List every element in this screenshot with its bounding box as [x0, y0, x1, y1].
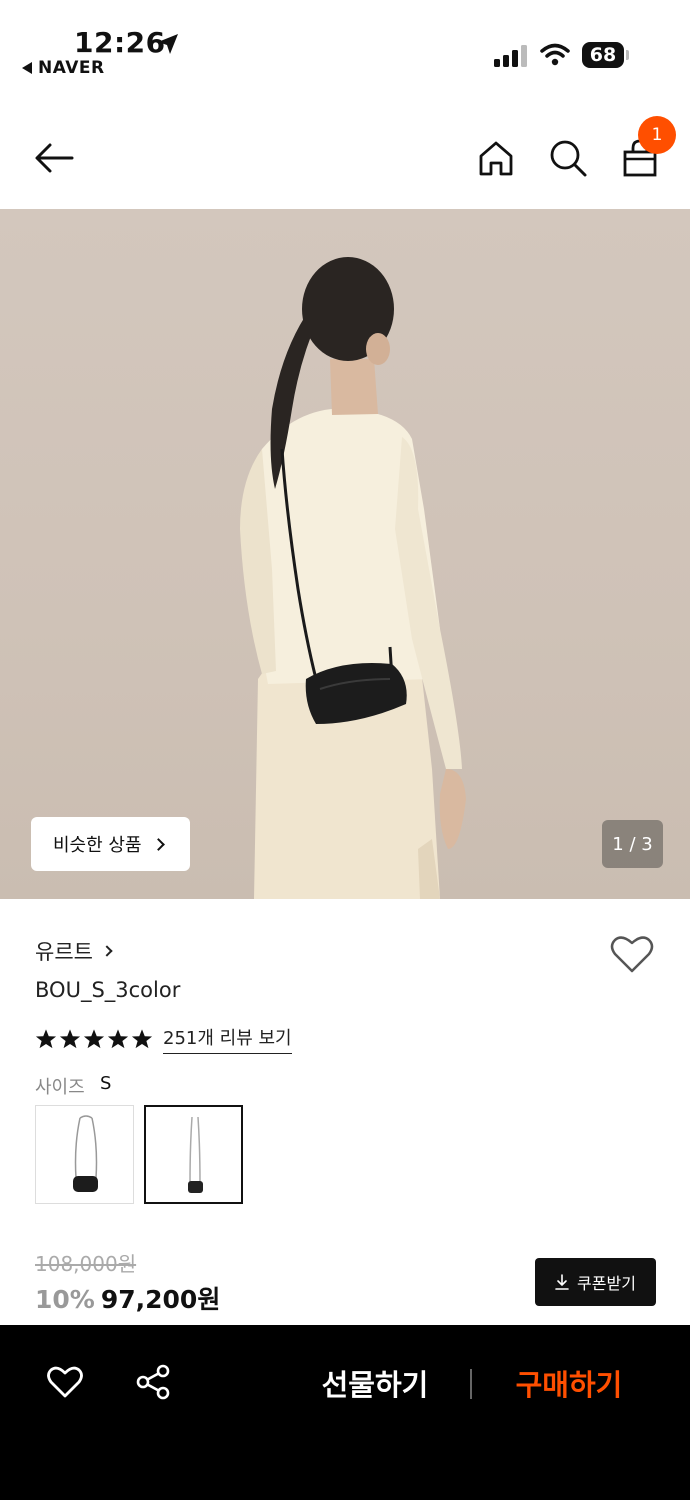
option-label: 사이즈	[35, 1077, 85, 1098]
buy-button[interactable]: 구매하기	[494, 1361, 644, 1405]
option-swatch-2[interactable]	[144, 1105, 243, 1204]
product-name: BOU_S_3color	[35, 978, 181, 1002]
original-price: 108,000원	[35, 1252, 137, 1276]
top-nav	[0, 108, 690, 208]
like-heart-icon[interactable]	[46, 1365, 84, 1399]
coupon-label: 쿠폰받기	[577, 1274, 636, 1293]
divider	[470, 1369, 472, 1399]
back-arrow-icon[interactable]	[32, 138, 76, 178]
option-value: S	[100, 1073, 112, 1094]
back-triangle-icon	[22, 62, 32, 74]
search-icon[interactable]	[548, 138, 588, 178]
discount-rate: 10%	[35, 1285, 95, 1314]
star-icon	[131, 1029, 153, 1049]
wishlist-heart-icon[interactable]	[610, 934, 654, 974]
chevron-right-icon	[151, 837, 165, 851]
cart-count-badge: 1	[638, 116, 676, 154]
product-photo	[240, 257, 466, 899]
signal-icon	[494, 45, 527, 67]
back-app-label: NAVER	[38, 58, 105, 78]
wifi-icon	[540, 43, 570, 66]
coupon-button[interactable]: 쿠폰받기	[535, 1258, 656, 1306]
similar-products-label: 비슷한 상품	[53, 835, 142, 856]
battery-icon: 68	[582, 42, 630, 68]
back-to-app-link[interactable]: NAVER	[22, 58, 105, 78]
image-pager: 1 / 3	[602, 820, 663, 868]
similar-products-button[interactable]: 비슷한 상품	[31, 817, 190, 871]
gift-button[interactable]: 선물하기	[300, 1361, 450, 1405]
brand-link[interactable]: 유르트	[35, 936, 113, 966]
rating-stars	[35, 1028, 153, 1050]
option-swatch-1[interactable]	[35, 1105, 134, 1204]
star-icon	[35, 1029, 57, 1049]
star-icon	[59, 1029, 81, 1049]
price-row: 10% 97,200원	[35, 1280, 220, 1316]
review-link[interactable]: 251개 리뷰 보기	[163, 1024, 292, 1054]
star-icon	[107, 1029, 129, 1049]
bag-thumbnail	[188, 1116, 203, 1193]
bottom-action-bar: 선물하기 구매하기	[0, 1325, 690, 1500]
status-time: 12:26	[74, 26, 166, 59]
sale-price: 97,200원	[100, 1285, 221, 1314]
home-icon[interactable]	[476, 138, 516, 178]
rating-row: 251개 리뷰 보기	[35, 1024, 292, 1054]
bag-thumbnail	[73, 1115, 98, 1192]
share-icon[interactable]	[134, 1363, 172, 1401]
chevron-right-icon	[101, 945, 113, 957]
star-icon	[83, 1029, 105, 1049]
battery-level: 68	[582, 42, 624, 68]
product-image-carousel[interactable]: 비슷한 상품 1 / 3	[0, 209, 690, 899]
brand-name: 유르트	[35, 940, 93, 964]
download-icon	[555, 1274, 569, 1290]
location-arrow-icon	[158, 34, 178, 54]
status-bar: 12:26 NAVER 68	[0, 0, 690, 100]
